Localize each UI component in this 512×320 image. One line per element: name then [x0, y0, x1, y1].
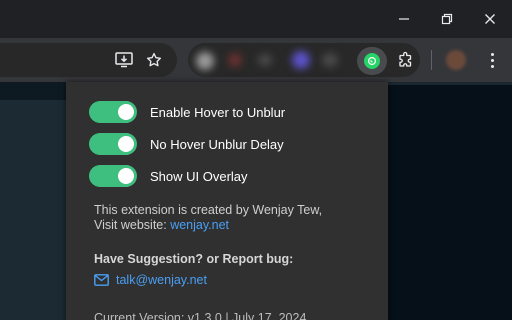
- version-text: Current Version: v1.3.0 | July 17, 2024: [94, 311, 307, 320]
- no-delay-toggle[interactable]: [89, 133, 137, 155]
- extension-popup: Enable Hover to Unblur No Hover Unblur D…: [66, 82, 388, 320]
- hover-unblur-toggle[interactable]: [89, 101, 137, 123]
- blurred-extension-icon[interactable]: [322, 53, 338, 67]
- browser-toolbar: [0, 38, 512, 82]
- toggle-label: No Hover Unblur Delay: [150, 136, 284, 152]
- star-icon: [146, 52, 162, 67]
- suggestion-heading: Have Suggestion? or Report bug:: [94, 252, 294, 266]
- mail-icon: [94, 274, 109, 286]
- blurred-extension-icon[interactable]: [292, 51, 310, 69]
- email-link[interactable]: talk@wenjay.net: [116, 273, 207, 287]
- visit-label: Visit website:: [94, 218, 167, 232]
- title-bar: [0, 0, 512, 38]
- restore-button[interactable]: [427, 4, 467, 34]
- page-left-panel: [0, 82, 66, 320]
- kebab-menu-icon[interactable]: [482, 48, 502, 72]
- install-app-icon: [115, 52, 133, 68]
- install-app-button[interactable]: [112, 48, 136, 72]
- creator-info: This extension is created by Wenjay Tew,…: [94, 203, 322, 233]
- blurred-extension-icon[interactable]: [196, 52, 214, 70]
- toggle-row-ui-overlay: Show UI Overlay: [89, 165, 248, 187]
- toolbar-separator: [431, 50, 432, 70]
- browser-window: Enable Hover to Unblur No Hover Unblur D…: [0, 0, 512, 320]
- blurred-extension-icon[interactable]: [228, 53, 242, 67]
- extensions-menu-button[interactable]: [394, 48, 418, 72]
- toggle-row-no-delay: No Hover Unblur Delay: [89, 133, 284, 155]
- close-icon: [485, 14, 495, 24]
- minimize-icon: [399, 18, 409, 20]
- restore-icon: [441, 13, 453, 25]
- blurred-extension-icon[interactable]: [258, 54, 272, 66]
- toggle-label: Enable Hover to Unblur: [150, 104, 286, 120]
- email-row: talk@wenjay.net: [94, 272, 207, 288]
- ui-overlay-toggle[interactable]: [89, 165, 137, 187]
- creator-text: This extension is created by Wenjay Tew,: [94, 203, 323, 217]
- close-button[interactable]: [470, 4, 510, 34]
- toggle-label: Show UI Overlay: [150, 168, 248, 184]
- active-extension-button[interactable]: [357, 47, 387, 75]
- website-link[interactable]: wenjay.net: [170, 218, 229, 232]
- toggle-row-hover-unblur: Enable Hover to Unblur: [89, 101, 285, 123]
- bookmark-button[interactable]: [142, 48, 166, 72]
- profile-avatar[interactable]: [446, 50, 466, 70]
- whatsapp-icon: [364, 53, 380, 69]
- minimize-button[interactable]: [384, 4, 424, 34]
- puzzle-icon: [399, 51, 412, 67]
